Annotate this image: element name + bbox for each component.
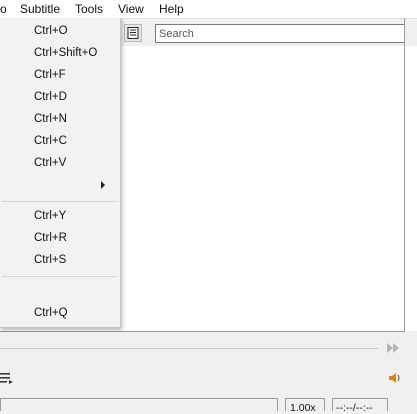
menu-item-save-playlist[interactable]: Ctrl+Y [0,206,120,228]
menu-subtitle[interactable]: Subtitle [20,2,60,16]
menu-item-convert[interactable]: Ctrl+R [0,228,120,250]
status-message-area [0,398,278,411]
status-bar: 1.00x --:--/--:-- [0,398,417,414]
menu-help[interactable]: Help [159,2,184,16]
menu-item-open-capture[interactable]: Ctrl+C [0,131,120,153]
playlist-area[interactable] [120,46,417,331]
menu-item-recent-submenu[interactable] [0,175,120,197]
menu-item-open-folder[interactable]: Ctrl+F [0,65,120,87]
submenu-arrow-icon [101,181,105,189]
menu-item-quit-at-end[interactable] [0,281,120,303]
menu-item-shortcut: Ctrl+Q [34,307,68,319]
menu-item-shortcut: Ctrl+R [34,232,67,244]
menu-separator [2,201,117,202]
menu-view[interactable]: View [118,2,144,16]
playlist-icon[interactable] [0,371,14,385]
menu-item-open-multiple[interactable]: Ctrl+Shift+O [0,43,120,65]
menu-item-shortcut: Ctrl+Y [34,210,67,222]
media-dropdown-menu: Ctrl+O Ctrl+Shift+O Ctrl+F Ctrl+D Ctrl+N… [0,18,121,328]
menu-item-quit[interactable]: Ctrl+Q [0,303,120,325]
search-input[interactable] [155,24,405,43]
menu-item-stream[interactable]: Ctrl+S [0,250,120,272]
menu-item-shortcut: Ctrl+Shift+O [34,47,98,59]
menu-item-shortcut: Ctrl+O [34,25,68,37]
seek-slider[interactable] [0,348,378,349]
volume-icon[interactable] [388,371,402,385]
time-display: --:--/--:-- [336,402,373,414]
menu-item-shortcut: Ctrl+F [34,69,66,81]
menu-item-shortcut: Ctrl+S [34,254,67,266]
menu-item-open-network[interactable]: Ctrl+N [0,109,120,131]
menu-item-open-disc[interactable]: Ctrl+D [0,87,120,109]
list-view-button[interactable] [124,24,142,42]
playback-speed: 1.00x [290,402,316,414]
playback-speed-box[interactable]: 1.00x [285,398,325,414]
menu-item-shortcut: Ctrl+C [34,135,67,147]
time-display-box[interactable]: --:--/--:-- [332,398,388,414]
playlist-right-border [404,18,405,331]
menu-item-shortcut: Ctrl+V [34,157,67,169]
menu-tools[interactable]: Tools [75,2,103,16]
menu-media-partial[interactable]: o [0,2,7,16]
menu-item-open-file[interactable]: Ctrl+O [0,21,120,43]
menu-item-shortcut: Ctrl+N [34,113,67,125]
menu-bar: o Subtitle Tools View Help [0,0,417,19]
skip-forward-icon[interactable] [386,342,400,354]
playlist-bottom-border [0,331,405,332]
list-view-icon [127,27,139,39]
menu-item-shortcut: Ctrl+D [34,91,67,103]
menu-item-open-clipboard[interactable]: Ctrl+V [0,153,120,175]
menu-separator [2,276,117,277]
